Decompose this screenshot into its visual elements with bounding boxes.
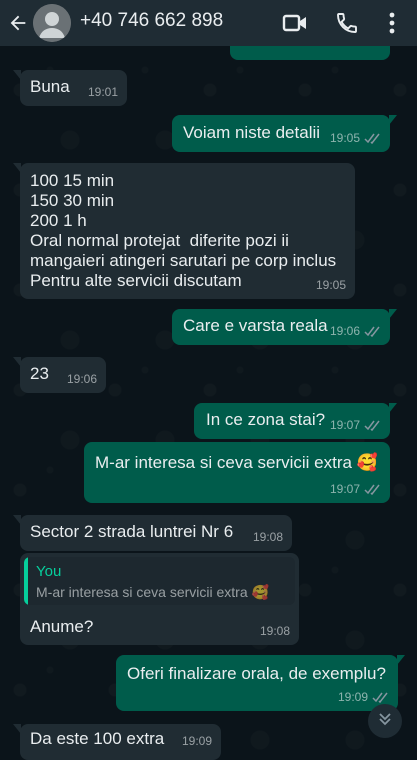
message-time: 19:07 bbox=[330, 415, 381, 435]
previous-message-edge bbox=[230, 46, 390, 60]
incoming-message[interactable]: 23 19:06 bbox=[13, 357, 106, 393]
chat-header: +40 746 662 898 bbox=[0, 0, 417, 46]
quote-text: M-ar interesa si ceva servicii extra 🥰 bbox=[36, 584, 269, 600]
incoming-message[interactable]: Buna 19:01 bbox=[13, 70, 127, 106]
quote-author: You bbox=[36, 563, 62, 580]
message-text: Care e varsta reala bbox=[183, 316, 328, 335]
message-text: Anume? bbox=[30, 617, 94, 636]
double-check-icon bbox=[364, 133, 381, 144]
scroll-to-bottom-button[interactable] bbox=[368, 704, 402, 738]
message-text: Sector 2 strada luntrei Nr 6 bbox=[30, 522, 234, 541]
quote-accent-bar bbox=[24, 557, 28, 605]
back-arrow-icon[interactable] bbox=[4, 7, 32, 39]
message-time: 19:08 bbox=[259, 624, 290, 638]
quoted-message[interactable]: You M-ar interesa si ceva servicii extra… bbox=[24, 557, 295, 605]
chevron-double-down-icon bbox=[377, 711, 393, 732]
message-time: 19:05 bbox=[330, 128, 381, 148]
outgoing-message[interactable]: Oferi finalizare orala, de exemplu? 19:0… bbox=[116, 655, 405, 711]
message-text: Da este 100 extra bbox=[30, 729, 165, 748]
outgoing-message[interactable]: In ce zona stai? 19:07 bbox=[194, 403, 397, 439]
incoming-reply-message[interactable]: You M-ar interesa si ceva servicii extra… bbox=[20, 553, 299, 645]
message-time: 19:06 bbox=[330, 321, 381, 341]
more-vertical-icon[interactable] bbox=[378, 9, 406, 37]
message-text: Oferi finalizare orala, de exemplu? bbox=[127, 664, 386, 683]
incoming-message[interactable]: Sector 2 strada luntrei Nr 6 19:08 bbox=[13, 515, 292, 551]
double-check-icon bbox=[372, 692, 389, 703]
message-text: 23 bbox=[30, 364, 49, 383]
outgoing-message[interactable]: M-ar interesa si ceva servicii extra 🥰 1… bbox=[84, 442, 390, 503]
outgoing-message[interactable]: Care e varsta reala 19:06 bbox=[172, 309, 397, 345]
outgoing-message[interactable]: Voiam niste detalii 19:05 bbox=[172, 115, 397, 152]
video-call-icon[interactable] bbox=[280, 9, 310, 37]
contact-name[interactable]: +40 746 662 898 bbox=[80, 10, 223, 32]
message-time: 19:05 bbox=[315, 278, 346, 292]
double-check-icon bbox=[364, 484, 381, 495]
message-time: 19:07 bbox=[330, 479, 381, 499]
avatar-placeholder-icon[interactable] bbox=[33, 4, 71, 42]
incoming-message[interactable]: 100 15 min 150 30 min 200 1 h Oral norma… bbox=[13, 163, 355, 299]
message-time: 19:09 bbox=[181, 734, 212, 748]
incoming-message[interactable]: Da este 100 extra 19:09 bbox=[13, 724, 221, 760]
message-time: 19:08 bbox=[252, 530, 283, 544]
phone-icon[interactable] bbox=[333, 9, 361, 37]
message-text: 100 15 min 150 30 min 200 1 h Oral norma… bbox=[30, 171, 337, 290]
message-text: Buna bbox=[30, 77, 70, 96]
double-check-icon bbox=[364, 420, 381, 431]
message-text: In ce zona stai? bbox=[206, 410, 326, 429]
message-time: 19:01 bbox=[87, 85, 118, 99]
double-check-icon bbox=[364, 326, 381, 337]
message-text: Voiam niste detalii bbox=[183, 123, 321, 142]
message-time: 19:06 bbox=[66, 372, 97, 386]
message-text: M-ar interesa si ceva servicii extra 🥰 bbox=[95, 453, 378, 472]
